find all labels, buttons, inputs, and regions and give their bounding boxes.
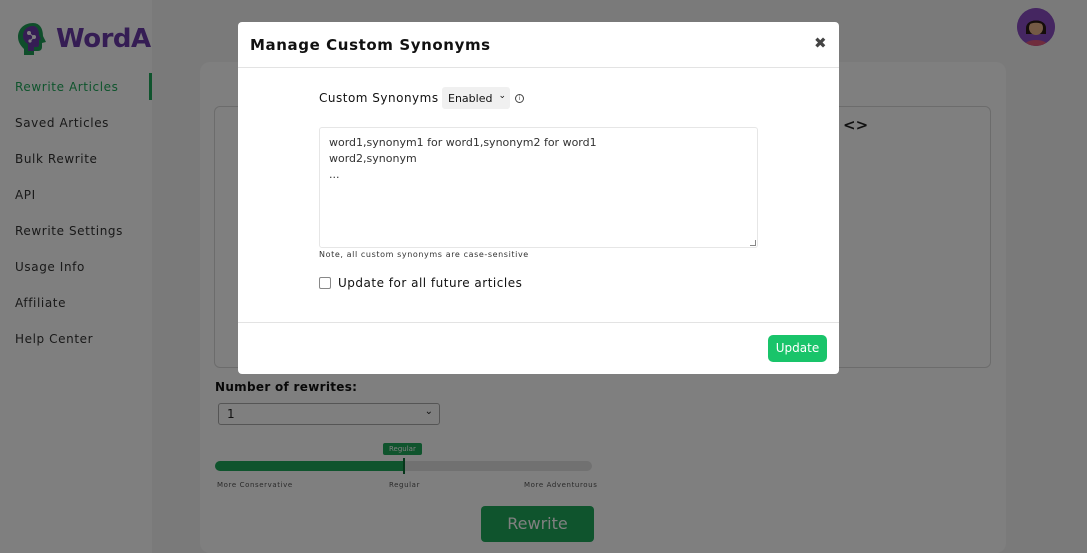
future-articles-row[interactable]: Update for all future articles	[319, 276, 522, 290]
synonyms-line: word2,synonym	[329, 152, 417, 165]
synonyms-line: word1,synonym1 for word1,synonym2 for wo…	[329, 136, 597, 149]
future-articles-checkbox[interactable]	[319, 277, 331, 289]
case-sensitive-note: Note, all custom synonyms are case-sensi…	[319, 250, 529, 259]
custom-synonyms-value: Enabled	[448, 92, 493, 105]
modal-title: Manage Custom Synonyms	[250, 36, 491, 54]
modal-footer	[238, 322, 839, 374]
resize-handle-icon[interactable]	[750, 240, 756, 246]
future-articles-label[interactable]: Update for all future articles	[338, 276, 522, 290]
synonyms-textarea[interactable]: word1,synonym1 for word1,synonym2 for wo…	[319, 127, 758, 248]
custom-synonyms-modal: Manage Custom Synonyms ✖ Custom Synonyms…	[238, 22, 839, 374]
synonyms-line: ...	[329, 168, 340, 181]
modal-header: Manage Custom Synonyms ✖	[238, 22, 839, 68]
chevron-down-icon: ⌄	[498, 91, 506, 101]
custom-synonyms-label: Custom Synonyms	[319, 91, 439, 105]
custom-synonyms-select[interactable]: Enabled ⌄	[442, 87, 510, 109]
info-icon[interactable]: i	[515, 94, 524, 103]
close-icon[interactable]: ✖	[814, 34, 827, 52]
update-button[interactable]: Update	[768, 335, 827, 362]
